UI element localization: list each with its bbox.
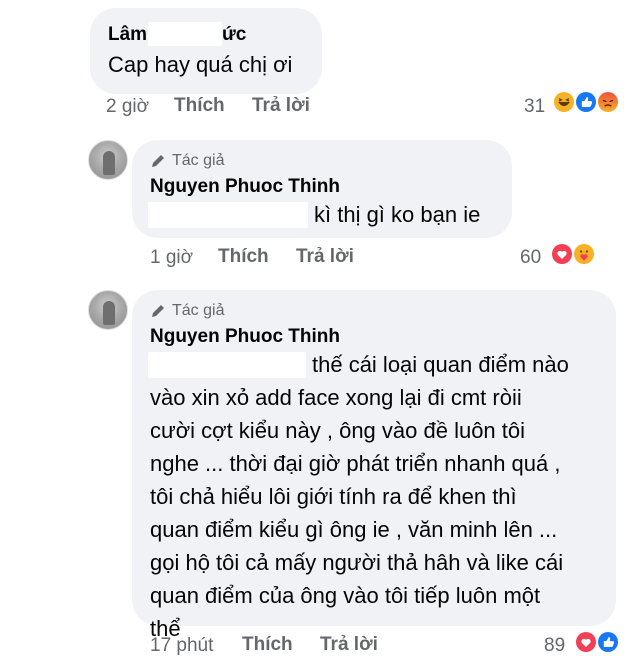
- comment-author-suffix[interactable]: ức: [222, 24, 246, 46]
- pencil-icon: [152, 155, 164, 167]
- comment-text: Cap hay quá chị ơi: [108, 52, 293, 77]
- comment-bubble: Tác giả Nguyen Phuoc Thinh kì thị gì ko …: [132, 140, 512, 238]
- reply-button[interactable]: Trả lời: [296, 246, 354, 268]
- comment-text-line: quan điểm kiểu gì ông ie , văn minh lên …: [150, 517, 558, 542]
- author-badge-label: Tác giả: [172, 152, 225, 169]
- comment-text-line: vào xin xỏ add face xong lại đi cmt ròii: [150, 385, 522, 410]
- comment-time[interactable]: 2 giờ: [106, 96, 149, 118]
- comment-text-line: thế cái loại quan điểm nào: [312, 352, 569, 377]
- comment-text-line: cười cợt kiểu này , ông vào đề luôn tôi: [150, 418, 526, 443]
- pencil-icon: [152, 305, 164, 317]
- avatar[interactable]: [88, 140, 128, 180]
- love-icon[interactable]: [550, 242, 574, 266]
- reply-button[interactable]: Trả lời: [252, 95, 310, 117]
- comment-text-line: nghe ... thời đại giờ phát triển nhanh q…: [150, 451, 561, 476]
- comment-text-line: gọi hộ tôi cả mấy người thả hâh và like …: [150, 550, 564, 575]
- angry-icon[interactable]: [596, 90, 620, 114]
- reaction-count[interactable]: 60: [520, 247, 541, 269]
- comment-text-line: quan điểm của ông vào tôi tiếp luôn một: [150, 583, 541, 608]
- reaction-count[interactable]: 31: [524, 96, 545, 118]
- like-button[interactable]: Thích: [174, 95, 225, 117]
- comment-time[interactable]: 17 phút: [150, 635, 213, 657]
- comment-author[interactable]: Nguyen Phuoc Thinh: [150, 326, 340, 348]
- author-badge-label: Tác giả: [172, 302, 225, 319]
- comment-bubble: Tác giả Nguyen Phuoc Thinh thế cái loại …: [132, 290, 616, 641]
- comment-author[interactable]: Nguyen Phuoc Thinh: [150, 176, 340, 198]
- like-button[interactable]: Thích: [218, 246, 269, 268]
- comment-time[interactable]: 1 giờ: [150, 247, 193, 269]
- redacted-mention: [148, 202, 308, 228]
- author-badge: Tác giả: [150, 152, 224, 170]
- author-badge: Tác giả: [150, 302, 224, 320]
- reply-button[interactable]: Trả lời: [320, 634, 378, 656]
- comment-text: kì thị gì ko bạn ie: [314, 202, 481, 227]
- like-icon[interactable]: [574, 90, 598, 114]
- care-icon[interactable]: [572, 242, 596, 266]
- avatar[interactable]: [88, 290, 128, 330]
- like-icon[interactable]: [596, 630, 620, 654]
- reaction-count[interactable]: 89: [544, 635, 565, 657]
- like-button[interactable]: Thích: [242, 634, 293, 656]
- comment-bubble: Lâm ức Cap hay quá chị ơi: [90, 8, 322, 94]
- comment-text: thế cái loại quan điểm nào vào xin xỏ ad…: [150, 348, 620, 645]
- comment-author[interactable]: Lâm: [108, 24, 147, 46]
- redacted-name: [148, 22, 222, 46]
- haha-icon[interactable]: [552, 90, 576, 114]
- love-icon[interactable]: [574, 630, 598, 654]
- comment-text-line: tôi chả hiểu lôi giới tính ra để khen th…: [150, 484, 517, 509]
